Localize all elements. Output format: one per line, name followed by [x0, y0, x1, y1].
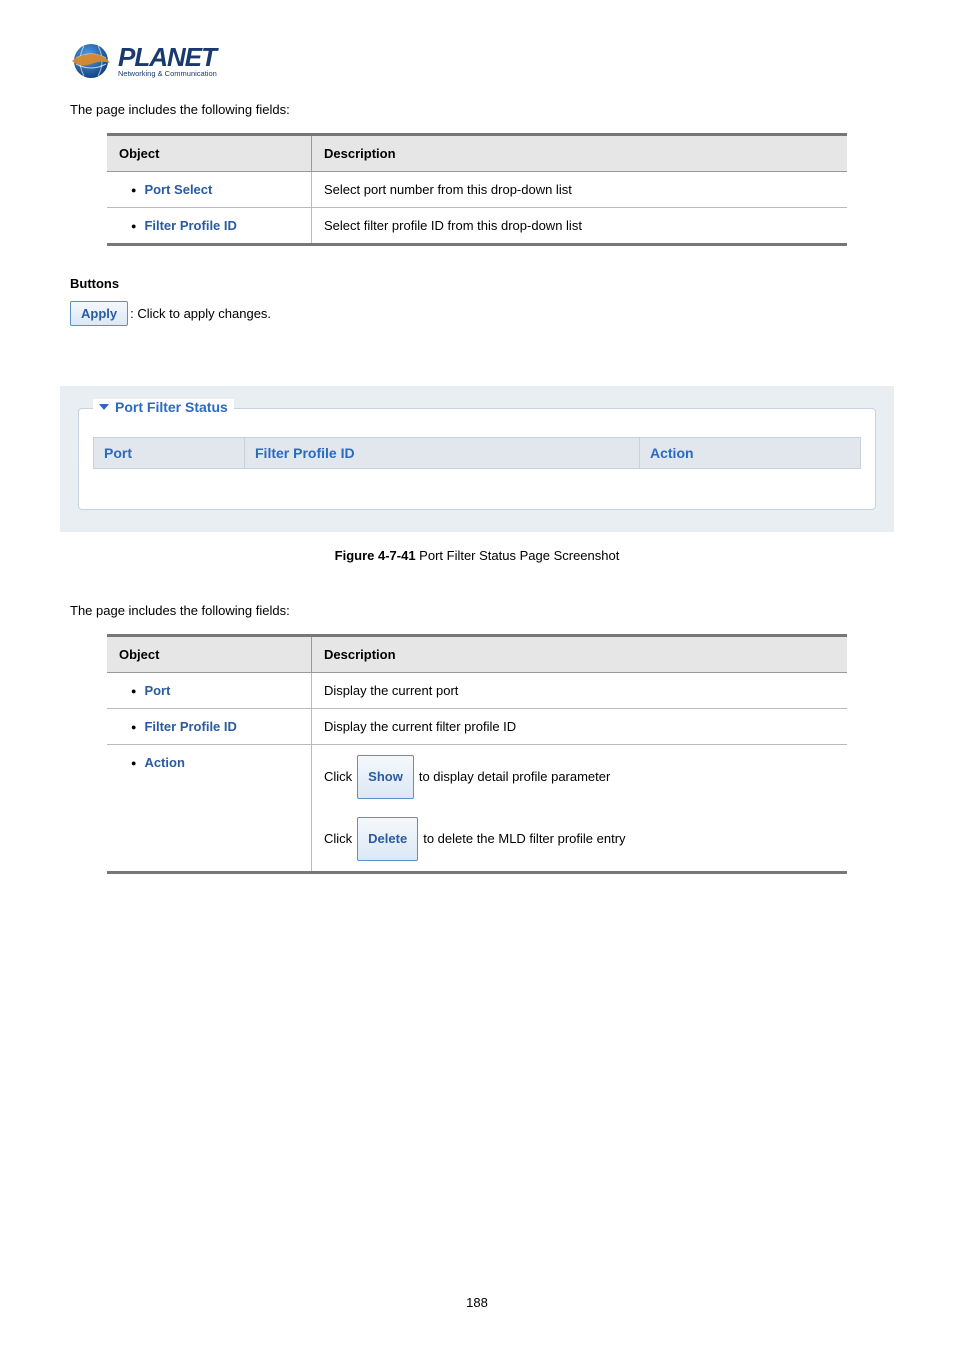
th-action: Action	[640, 438, 861, 469]
field-desc: Select filter profile ID from this drop-…	[312, 208, 848, 245]
bullet-icon: ●	[131, 221, 136, 231]
page-number: 188	[0, 1295, 954, 1310]
field-name: Filter Profile ID	[144, 218, 236, 233]
show-desc: to display detail profile parameter	[419, 760, 611, 794]
panel-title: Port Filter Status	[115, 399, 228, 415]
table-row: ● Filter Profile ID Select filter profile…	[107, 208, 847, 245]
fields-table-2: Object Description ● Port Display the cur…	[107, 634, 847, 874]
apply-description: : Click to apply changes.	[130, 306, 271, 321]
show-button[interactable]: Show	[357, 755, 414, 799]
th-description: Description	[312, 135, 848, 172]
screenshot-panel-wrap: Port Filter Status Port Filter Profile I…	[60, 386, 894, 532]
intro-text-2: The page includes the following fields:	[70, 603, 884, 618]
field-name: Port Select	[144, 182, 212, 197]
intro-text-1: The page includes the following fields:	[70, 102, 884, 117]
bullet-icon: ●	[131, 686, 136, 696]
delete-button[interactable]: Delete	[357, 817, 418, 861]
bullet-icon: ●	[131, 722, 136, 732]
field-desc: Display the current port	[312, 673, 848, 709]
th-object: Object	[107, 135, 312, 172]
port-filter-status-table: Port Filter Profile ID Action	[93, 437, 861, 469]
field-desc: Display the current filter profile ID	[312, 709, 848, 745]
field-name: Action	[144, 755, 184, 770]
bullet-icon: ●	[131, 758, 136, 768]
field-name: Port	[144, 683, 170, 698]
logo-subtext: Networking & Communication	[118, 70, 217, 78]
logo-text: PLANET	[118, 44, 217, 70]
port-filter-status-panel: Port Filter Status Port Filter Profile I…	[78, 408, 876, 510]
click-text: Click	[324, 822, 352, 856]
field-desc: Select port number from this drop-down l…	[312, 172, 848, 208]
th-description: Description	[312, 636, 848, 673]
globe-icon	[70, 40, 112, 82]
click-text: Click	[324, 760, 352, 794]
logo: PLANET Networking & Communication	[70, 40, 884, 82]
table-row: ● Filter Profile ID Display the current f…	[107, 709, 847, 745]
buttons-heading: Buttons	[70, 276, 884, 291]
field-name: Filter Profile ID	[144, 719, 236, 734]
figure-caption: Figure 4-7-41 Port Filter Status Page Sc…	[70, 548, 884, 563]
th-port: Port	[94, 438, 245, 469]
th-filter-profile-id: Filter Profile ID	[245, 438, 640, 469]
caption-bold: Figure 4-7-41	[335, 548, 416, 563]
apply-button[interactable]: Apply	[70, 301, 128, 326]
table-row: ● Port Display the current port	[107, 673, 847, 709]
chevron-down-icon	[99, 404, 109, 410]
th-object: Object	[107, 636, 312, 673]
delete-desc: to delete the MLD filter profile entry	[423, 822, 625, 856]
caption-rest: Port Filter Status Page Screenshot	[416, 548, 620, 563]
table-row: ● Port Select Select port number from thi…	[107, 172, 847, 208]
bullet-icon: ●	[131, 185, 136, 195]
table-row: ● Action Click Show to display detail pro…	[107, 745, 847, 873]
fields-table-1: Object Description ● Port Select Select p…	[107, 133, 847, 246]
